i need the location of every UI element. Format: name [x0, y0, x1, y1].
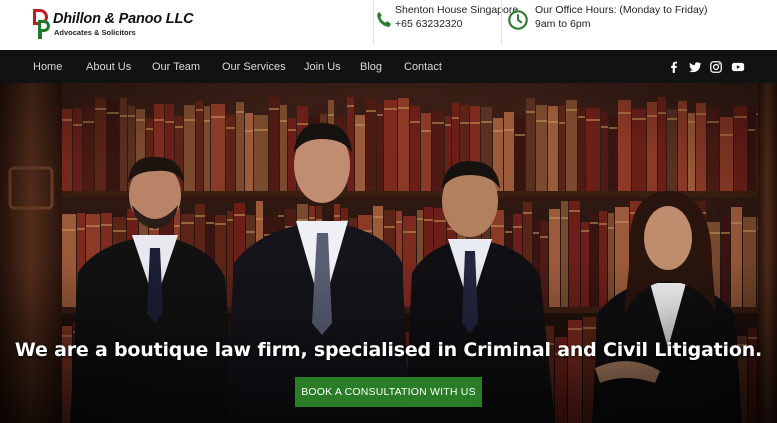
nav-our-team[interactable]: Our Team	[152, 61, 200, 73]
nav-join-us[interactable]: Join Us	[304, 61, 341, 73]
address-text: Shenton House Singapore	[395, 4, 519, 16]
main-nav: Home About Us Our Team Our Services Join…	[0, 50, 777, 83]
phone-icon	[377, 11, 391, 27]
phone-contact: Shenton House Singapore +65 63232320	[371, 0, 518, 45]
instagram-icon[interactable]	[709, 60, 723, 74]
brand-name: Dhillon & Panoo LLC	[53, 11, 194, 27]
site-header: Dhillon & Panoo LLC Advocates & Solicito…	[0, 0, 777, 50]
nav-blog[interactable]: Blog	[360, 61, 382, 73]
youtube-icon[interactable]	[731, 60, 745, 74]
hours-label: Our Office Hours: (Monday to Friday)	[535, 4, 708, 16]
nav-about-us[interactable]: About Us	[86, 61, 131, 73]
nav-our-services[interactable]: Our Services	[222, 61, 286, 73]
team-photo	[0, 83, 777, 423]
nav-home[interactable]: Home	[33, 61, 62, 73]
hours-value: 9am to 6pm	[535, 18, 591, 30]
office-hours: Our Office Hours: (Monday to Friday) 9am…	[507, 0, 767, 45]
clock-icon	[508, 10, 528, 30]
hero-banner: We are a boutique law firm, specialised …	[0, 83, 777, 423]
facebook-icon[interactable]	[667, 60, 681, 74]
nav-contact[interactable]: Contact	[404, 61, 442, 73]
logo[interactable]: Dhillon & Panoo LLC Advocates & Solicito…	[30, 8, 220, 42]
book-consultation-button[interactable]: BOOK A CONSULTATION WITH US	[295, 377, 482, 407]
phone-number[interactable]: +65 63232320	[395, 18, 462, 30]
brand-tagline: Advocates & Solicitors	[54, 28, 136, 37]
logo-mark-icon	[33, 9, 50, 39]
twitter-icon[interactable]	[688, 60, 702, 74]
divider	[501, 0, 502, 45]
hero-heading: We are a boutique law firm, specialised …	[14, 339, 763, 361]
